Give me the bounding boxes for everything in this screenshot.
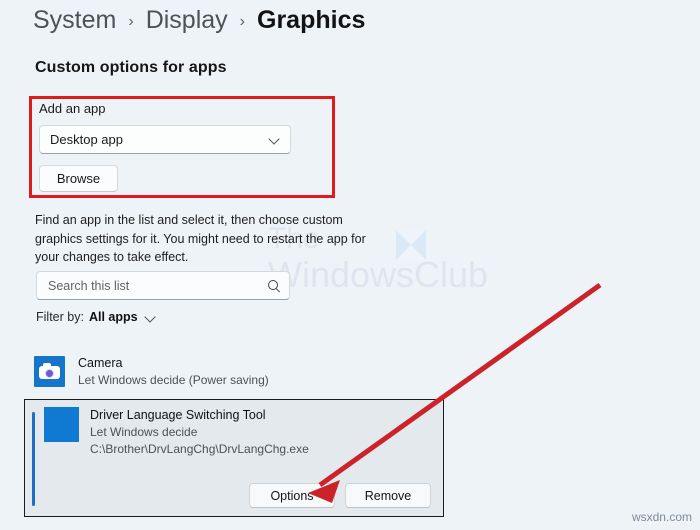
breadcrumb-item-display[interactable]: Display [146, 6, 228, 35]
remove-button[interactable]: Remove [345, 483, 431, 508]
options-button[interactable]: Options [249, 483, 335, 508]
filter-by-dropdown[interactable]: Filter by: All apps [36, 310, 156, 324]
search-input[interactable]: Search this list [36, 271, 290, 300]
selection-accent-bar [32, 412, 35, 506]
chevron-down-icon [269, 134, 280, 145]
search-placeholder: Search this list [48, 278, 130, 293]
watermark-logo-icon [396, 230, 426, 260]
breadcrumb-item-graphics: Graphics [257, 6, 366, 34]
page-title: Custom options for apps [35, 59, 227, 76]
app-row-text: Camera Let Windows decide (Power saving) [78, 355, 269, 388]
camera-icon [34, 355, 65, 387]
breadcrumb-separator-icon: › [239, 13, 245, 30]
breadcrumb: System › Display › Graphics [33, 6, 365, 35]
breadcrumb-separator-icon: › [128, 13, 134, 30]
selected-app-name: Driver Language Switching Tool [90, 408, 266, 422]
section-description: Find an app in the list and select it, t… [35, 213, 366, 264]
app-preference: Let Windows decide (Power saving) [78, 372, 269, 387]
app-name: Camera [78, 355, 123, 370]
chevron-down-icon [145, 312, 156, 323]
search-icon[interactable] [267, 279, 281, 293]
add-an-app-label: Add an app [39, 101, 106, 116]
app-type-selected-value: Desktop app [50, 132, 123, 147]
list-item-selected[interactable]: Driver Language Switching Tool Let Windo… [24, 399, 444, 517]
breadcrumb-item-system[interactable]: System [33, 6, 116, 35]
browse-button[interactable]: Browse [39, 165, 118, 192]
selected-app-actions: Options Remove [249, 483, 431, 508]
filter-by-value: All apps [88, 310, 138, 324]
selected-app-text: Driver Language Switching Tool Let Windo… [90, 406, 430, 458]
generic-app-icon [44, 407, 79, 442]
app-type-dropdown[interactable]: Desktop app [39, 125, 291, 154]
filter-by-label: Filter by: [36, 310, 84, 324]
selected-app-path: C:\Brother\DrvLangChg\DrvLangChg.exe [90, 442, 309, 456]
watermark-site-url: wsxdn.com [631, 510, 692, 524]
list-item[interactable]: Camera Let Windows decide (Power saving) [34, 350, 334, 392]
selected-app-preference: Let Windows decide [90, 425, 198, 439]
